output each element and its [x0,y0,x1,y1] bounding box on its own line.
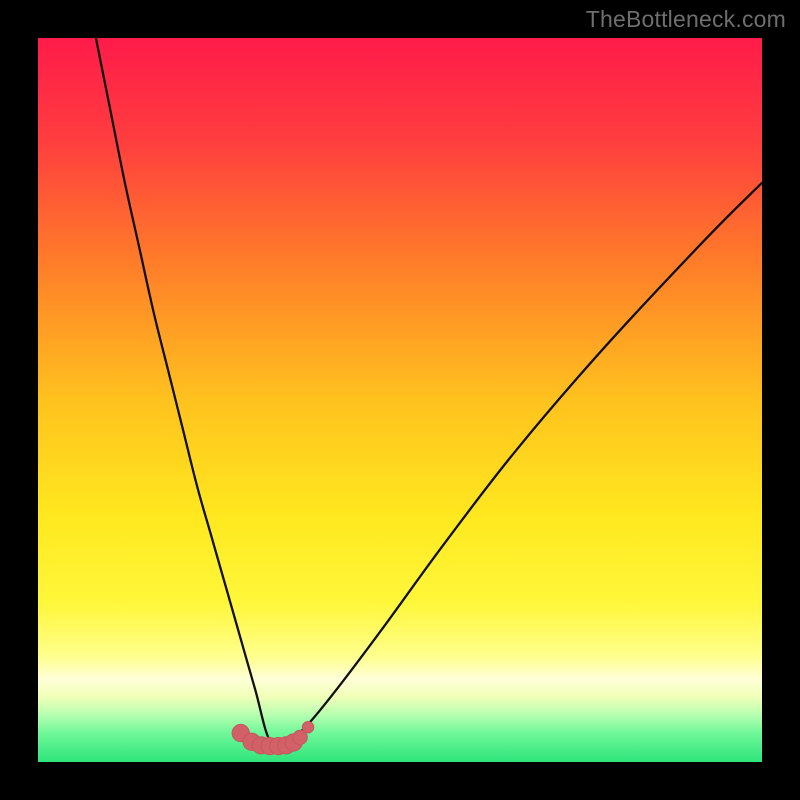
chart-svg [38,38,762,762]
watermark-text: TheBottleneck.com [586,6,786,33]
trough-marker [302,721,314,733]
chart-frame: TheBottleneck.com [0,0,800,800]
bottleneck-curve [96,38,762,745]
trough-markers [232,721,314,754]
plot-area [38,38,762,762]
